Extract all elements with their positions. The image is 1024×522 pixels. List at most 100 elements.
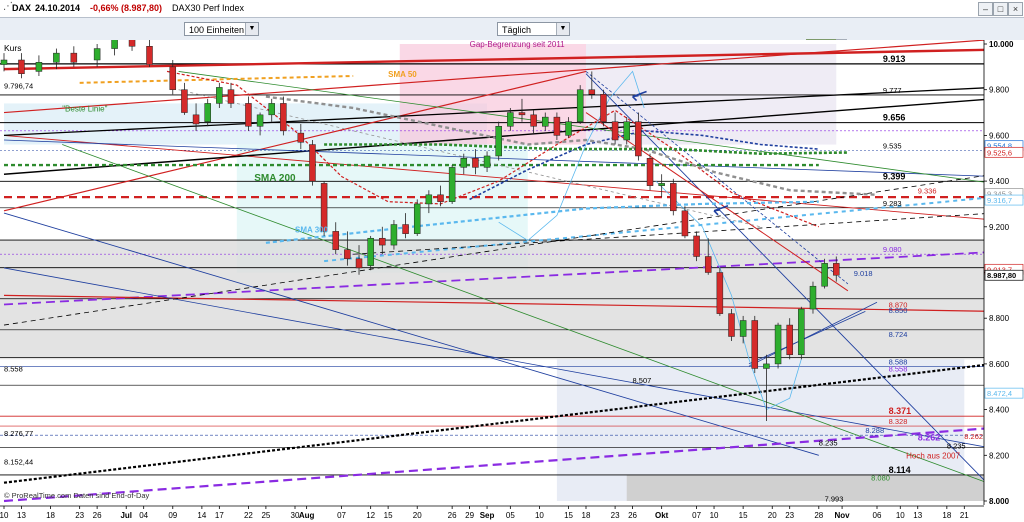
candle-body-down <box>379 237 386 246</box>
candle <box>798 306 805 360</box>
y-tick-label: 8.200 <box>989 451 1010 460</box>
level-label: 9.018 <box>854 269 873 278</box>
candle-body-down <box>128 40 136 47</box>
candle-body-up <box>542 116 549 127</box>
x-tick-label: 14 <box>197 511 206 520</box>
candle-body-up <box>658 183 665 186</box>
candle-body-up <box>739 320 747 337</box>
x-tick-label: 13 <box>913 511 922 520</box>
candle-body-up <box>565 121 572 136</box>
x-tick-label: 18 <box>942 511 951 520</box>
level-label: 8.558 <box>889 364 908 373</box>
candle-body-down <box>227 89 235 104</box>
candle <box>576 85 584 124</box>
x-tick-label: Okt <box>655 511 669 520</box>
candle-body-down <box>472 158 479 168</box>
level-label: 8.507 <box>633 376 652 385</box>
price-tag-label: 9.525,6 <box>987 148 1012 157</box>
candle-body-down <box>169 66 177 90</box>
y-tick-label: 10.000 <box>989 40 1014 49</box>
x-tick-label: Nov <box>835 511 851 520</box>
y-tick-label: 9.200 <box>989 223 1010 232</box>
candle-body-up <box>390 224 398 246</box>
level-label: 8.080 <box>871 474 890 483</box>
level-label: 8.114 <box>889 465 911 475</box>
x-tick-label: Sep <box>480 511 495 520</box>
candle-body-down <box>553 116 561 136</box>
x-tick-label: 12 <box>366 511 375 520</box>
quantity-select[interactable]: 100 Einheiten ▼ <box>184 22 259 36</box>
candle-body-down <box>751 320 759 369</box>
candle-body-up <box>483 155 491 168</box>
candle-body-down <box>332 231 339 250</box>
candle-body-up <box>268 103 275 116</box>
annotation-label: Hoch aus 2007 <box>906 452 960 461</box>
level-label: 9.796,74 <box>4 82 33 91</box>
level-label: 9.336 <box>918 187 937 196</box>
candle <box>728 309 735 342</box>
y-tick-label: 8.000 <box>989 497 1010 506</box>
candle-body-up <box>448 167 456 202</box>
candle <box>367 235 374 271</box>
x-tick-label: 13 <box>17 511 26 520</box>
toolbar: 100 Einheiten ▼ Täglich ▼ ▮▯▮ ▼ <box>0 18 1024 56</box>
x-tick-label: 04 <box>139 511 148 520</box>
candle-body-up <box>623 121 630 141</box>
candle-body-up <box>460 158 468 168</box>
footer-note: © ProRealTime.com Daten sind End-of-Day <box>4 491 150 500</box>
price-tag: 9.525,6 <box>984 146 1024 158</box>
candle-body-up <box>111 40 118 49</box>
candle-body-up <box>367 237 374 266</box>
candle <box>821 258 828 289</box>
candle-body-down <box>693 235 700 257</box>
level-label: 7.993 <box>825 494 844 503</box>
price-chart[interactable]: 9.9139.7779.6569.6209.5359.3999.3369.283… <box>0 40 1024 522</box>
candle-body-up <box>798 308 805 356</box>
x-tick-label: 23 <box>75 511 84 520</box>
candle <box>309 139 316 186</box>
close-button[interactable]: × <box>1008 2 1023 16</box>
level-label: 8.288 <box>865 426 884 435</box>
x-tick-label: 09 <box>168 511 177 520</box>
candle-body-down <box>320 183 328 232</box>
candle-body-down <box>309 144 316 182</box>
timeframe-select[interactable]: Täglich ▼ <box>497 22 570 36</box>
y-tick-label: 8.400 <box>989 406 1010 415</box>
x-tick-label: 20 <box>768 511 777 520</box>
candle-body-down <box>355 258 363 269</box>
candle <box>716 267 724 316</box>
candle <box>390 219 398 250</box>
level-label: 9.080 <box>883 245 902 254</box>
candle <box>600 89 607 127</box>
candle-body-down <box>600 94 607 122</box>
candle-body-down <box>588 89 596 95</box>
zone-bottom <box>626 474 984 501</box>
candle-body-down <box>728 313 735 337</box>
chevron-down-icon[interactable]: ▼ <box>556 23 569 35</box>
candle-body-up <box>0 59 8 65</box>
x-tick-label: 29 <box>465 511 474 520</box>
candle-body-up <box>256 114 264 127</box>
candle-body-up <box>413 203 421 234</box>
instrument-name: DAX30 Perf Index <box>172 3 245 13</box>
candle-body-down <box>70 52 78 63</box>
candle-body-up <box>576 89 584 122</box>
candle-body-up <box>774 324 782 365</box>
candle-body-up <box>35 62 43 72</box>
maximize-button[interactable]: □ <box>993 2 1008 16</box>
candle-body-down <box>646 158 654 186</box>
candle-body-up <box>763 363 770 369</box>
chevron-down-icon[interactable]: ▼ <box>245 23 258 35</box>
level-label: 9.535 <box>883 141 902 150</box>
candle-body-up <box>93 48 101 61</box>
price-tag-label: 8.472,4 <box>987 389 1012 398</box>
candle-body-down <box>192 114 200 125</box>
y-tick-label: 9.600 <box>989 131 1010 140</box>
candle-body-up <box>53 52 60 63</box>
price-tag-label: 9.316,7 <box>987 196 1012 205</box>
level-label: 8.262 <box>918 433 941 443</box>
minimize-button[interactable]: – <box>978 2 993 16</box>
annotation-label: "Beste Linie" <box>62 104 107 113</box>
candle <box>809 281 817 314</box>
x-tick-label: 18 <box>582 511 591 520</box>
